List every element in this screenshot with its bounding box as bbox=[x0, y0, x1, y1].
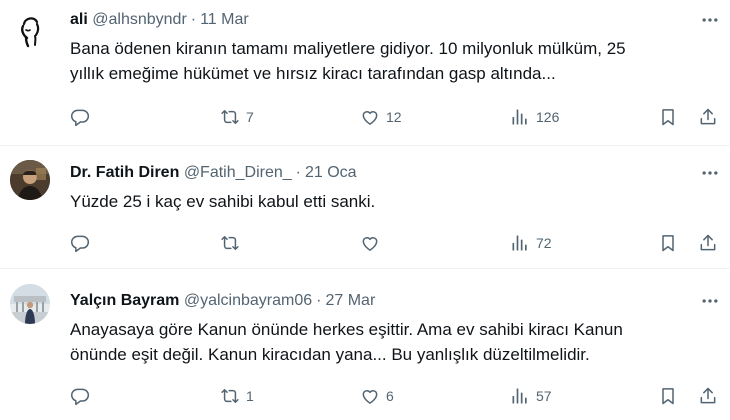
bookmark-icon bbox=[658, 386, 678, 406]
share-button[interactable] bbox=[698, 105, 718, 129]
share-icon bbox=[698, 233, 718, 253]
tweet-text-line: önünde eşit değil. Kanun kiracıdan yana.… bbox=[70, 345, 590, 364]
bookmark-button[interactable] bbox=[658, 384, 678, 408]
views-icon bbox=[510, 386, 530, 406]
share-button[interactable] bbox=[698, 231, 718, 255]
like-button[interactable]: 6 bbox=[360, 384, 394, 408]
heart-icon bbox=[360, 386, 380, 406]
reply-button[interactable] bbox=[70, 231, 96, 255]
retweet-button[interactable]: 1 bbox=[220, 384, 254, 408]
heart-icon bbox=[360, 233, 380, 253]
tweet-actions: 7 12 126 bbox=[70, 105, 720, 129]
avatar[interactable] bbox=[10, 8, 50, 48]
heart-icon bbox=[360, 107, 380, 127]
author-name[interactable]: Dr. Fatih Diren bbox=[70, 164, 179, 181]
view-count: 126 bbox=[536, 109, 560, 125]
author-handle[interactable]: @alhsnbyndr bbox=[92, 11, 187, 28]
bookmark-icon bbox=[658, 233, 678, 253]
retweet-count: 1 bbox=[246, 388, 254, 404]
tweet-text-line: Anayasaya göre Kanun önünde herkes eşitt… bbox=[70, 320, 623, 339]
retweet-count: 7 bbox=[246, 109, 254, 125]
tweet-date[interactable]: 21 Oca bbox=[305, 164, 357, 181]
more-icon[interactable] bbox=[700, 291, 720, 311]
views-button[interactable]: 72 bbox=[510, 231, 552, 255]
separator-dot: · bbox=[316, 292, 322, 309]
tweet[interactable]: Yalçın Bayram @yalcinbayram06 · 27 Mar Ana… bbox=[0, 269, 730, 420]
views-button[interactable]: 57 bbox=[510, 384, 552, 408]
retweet-icon bbox=[220, 233, 240, 253]
more-icon[interactable] bbox=[700, 10, 720, 30]
share-icon bbox=[698, 107, 718, 127]
tweet-text-line: Bana ödenen kiranın tamamı maliyetlere g… bbox=[70, 39, 626, 58]
more-icon[interactable] bbox=[700, 163, 720, 183]
author-name[interactable]: ali bbox=[70, 11, 88, 28]
tweet-date[interactable]: 27 Mar bbox=[325, 292, 375, 309]
views-icon bbox=[510, 107, 530, 127]
like-button[interactable]: 12 bbox=[360, 105, 402, 129]
separator-dot: · bbox=[295, 164, 301, 181]
view-count: 72 bbox=[536, 235, 552, 251]
reply-icon bbox=[70, 107, 90, 127]
avatar[interactable] bbox=[10, 284, 50, 324]
author-handle[interactable]: @Fatih_Diren_ bbox=[184, 164, 292, 181]
monument-photo-icon bbox=[10, 284, 50, 324]
tweet-text: Anayasaya göre Kanun önünde herkes eşitt… bbox=[70, 317, 710, 367]
tweet-header: Yalçın Bayram @yalcinbayram06 · 27 Mar bbox=[70, 291, 375, 311]
tweet[interactable]: Dr. Fatih Diren @Fatih_Diren_ · 21 Oca Yüz… bbox=[0, 146, 730, 268]
reply-button[interactable] bbox=[70, 384, 96, 408]
retweet-icon bbox=[220, 107, 240, 127]
like-count: 12 bbox=[386, 109, 402, 125]
retweet-icon bbox=[220, 386, 240, 406]
tweet-header: ali @alhsnbyndr · 11 Mar bbox=[70, 10, 249, 30]
sketch-face-icon bbox=[21, 17, 40, 48]
reply-icon bbox=[70, 233, 90, 253]
share-button[interactable] bbox=[698, 384, 718, 408]
person-photo-icon bbox=[10, 160, 50, 200]
retweet-button[interactable]: 7 bbox=[220, 105, 254, 129]
tweet-header: Dr. Fatih Diren @Fatih_Diren_ · 21 Oca bbox=[70, 163, 357, 183]
like-count: 6 bbox=[386, 388, 394, 404]
reply-icon bbox=[70, 386, 90, 406]
share-icon bbox=[698, 386, 718, 406]
tweet-text: Yüzde 25 i kaç ev sahibi kabul etti sank… bbox=[70, 189, 710, 214]
tweet-actions: 72 bbox=[70, 231, 720, 255]
tweet-actions: 1 6 57 bbox=[70, 384, 720, 408]
reply-button[interactable] bbox=[70, 105, 96, 129]
tweet-text: Bana ödenen kiranın tamamı maliyetlere g… bbox=[70, 36, 710, 86]
views-icon bbox=[510, 233, 530, 253]
views-button[interactable]: 126 bbox=[510, 105, 559, 129]
author-handle[interactable]: @yalcinbayram06 bbox=[184, 292, 312, 309]
bookmark-button[interactable] bbox=[658, 231, 678, 255]
retweet-button[interactable] bbox=[220, 231, 246, 255]
separator-dot: · bbox=[190, 11, 197, 28]
tweet-text-line: Yüzde 25 i kaç ev sahibi kabul etti sank… bbox=[70, 192, 376, 211]
bookmark-button[interactable] bbox=[658, 105, 678, 129]
avatar[interactable] bbox=[10, 160, 50, 200]
like-button[interactable] bbox=[360, 231, 386, 255]
author-name[interactable]: Yalçın Bayram bbox=[70, 292, 179, 309]
tweet-text-line: yıllık emeğime hükümet ve hırsız kiracı … bbox=[70, 64, 556, 83]
tweet[interactable]: ali @alhsnbyndr · 11 Mar Bana ödenen kiran… bbox=[0, 0, 730, 145]
view-count: 57 bbox=[536, 388, 552, 404]
tweet-date[interactable]: 11 Mar bbox=[200, 11, 249, 28]
bookmark-icon bbox=[658, 107, 678, 127]
